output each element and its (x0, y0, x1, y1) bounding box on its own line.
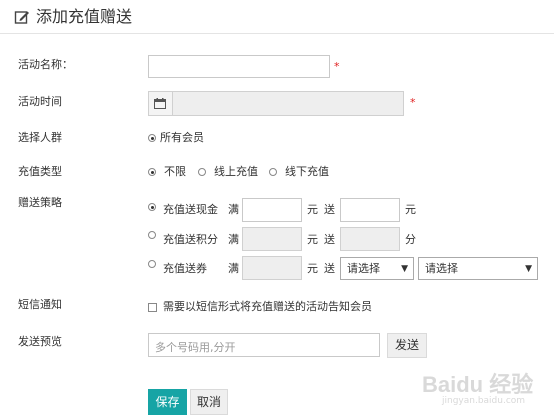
send-button[interactable]: 发送 (387, 333, 427, 358)
activity-time-label: 活动时间 (18, 95, 62, 108)
preview-label: 发送预览 (18, 335, 62, 348)
yuan-label: 元 (307, 233, 318, 246)
phone-numbers-input[interactable]: 多个号码用,分开 (148, 333, 380, 357)
full-label: 满 (228, 233, 239, 246)
strategy-points-radio[interactable] (148, 231, 156, 239)
activity-name-label: 活动名称： (18, 58, 73, 71)
target-group-label: 选择人群 (18, 131, 62, 144)
cash-threshold-input[interactable] (242, 198, 302, 222)
page-title: 添加充值赠送 (36, 7, 133, 26)
coupon-select[interactable]: 请选择 ▼ (418, 257, 538, 280)
required-marker: * (410, 96, 416, 109)
strategy-points-label: 充值送积分 (163, 233, 218, 246)
chevron-down-icon: ▼ (525, 264, 532, 274)
full-label: 满 (228, 203, 239, 216)
phone-numbers-placeholder: 多个号码用,分开 (155, 341, 236, 354)
yuan-label: 元 (307, 262, 318, 275)
header-divider (0, 33, 554, 34)
recharge-type-any-label: 不限 (164, 165, 186, 178)
activity-time-input[interactable] (148, 91, 404, 116)
give-label: 送 (324, 203, 335, 216)
points-threshold-input[interactable] (242, 227, 302, 251)
cancel-button[interactable]: 取消 (190, 389, 228, 415)
cash-unit-label: 元 (405, 203, 416, 216)
required-marker: * (334, 60, 340, 73)
strategy-coupon-label: 充值送券 (163, 262, 207, 275)
give-label: 送 (324, 233, 335, 246)
coupon-type-value: 请选择 (347, 262, 380, 275)
recharge-type-offline-radio[interactable] (269, 168, 277, 176)
full-label: 满 (228, 262, 239, 275)
recharge-type-offline-label: 线下充值 (285, 165, 329, 178)
sms-label: 短信通知 (18, 298, 62, 311)
recharge-type-any-radio[interactable] (148, 168, 156, 176)
calendar-icon (154, 98, 166, 109)
activity-name-input[interactable] (148, 55, 330, 78)
cash-amount-input[interactable] (340, 198, 400, 222)
recharge-type-online-radio[interactable] (198, 168, 206, 176)
save-button[interactable]: 保存 (148, 389, 187, 415)
coupon-threshold-input[interactable] (242, 256, 302, 280)
watermark-logo: Baidu 经验 (422, 372, 534, 397)
coupon-value: 请选择 (425, 262, 458, 275)
calendar-button[interactable] (149, 92, 173, 115)
strategy-label: 赠送策略 (18, 196, 62, 209)
sms-checkbox-label: 需要以短信形式将充值赠送的活动告知会员 (163, 300, 372, 313)
yuan-label: 元 (307, 203, 318, 216)
all-members-label: 所有会员 (160, 131, 204, 144)
coupon-type-select[interactable]: 请选择 ▼ (340, 257, 414, 280)
chevron-down-icon: ▼ (401, 264, 408, 274)
watermark-url: jingyan.baidu.com (442, 396, 526, 406)
give-label: 送 (324, 262, 335, 275)
recharge-type-online-label: 线上充值 (214, 165, 258, 178)
all-members-radio[interactable] (148, 134, 156, 142)
strategy-cash-radio[interactable] (148, 203, 156, 211)
strategy-coupon-radio[interactable] (148, 260, 156, 268)
strategy-cash-label: 充值送现金 (163, 203, 218, 216)
points-amount-input[interactable] (340, 227, 400, 251)
points-unit-label: 分 (405, 233, 416, 246)
sms-checkbox[interactable] (148, 303, 157, 312)
recharge-type-label: 充值类型 (18, 165, 62, 178)
edit-icon (14, 11, 29, 24)
